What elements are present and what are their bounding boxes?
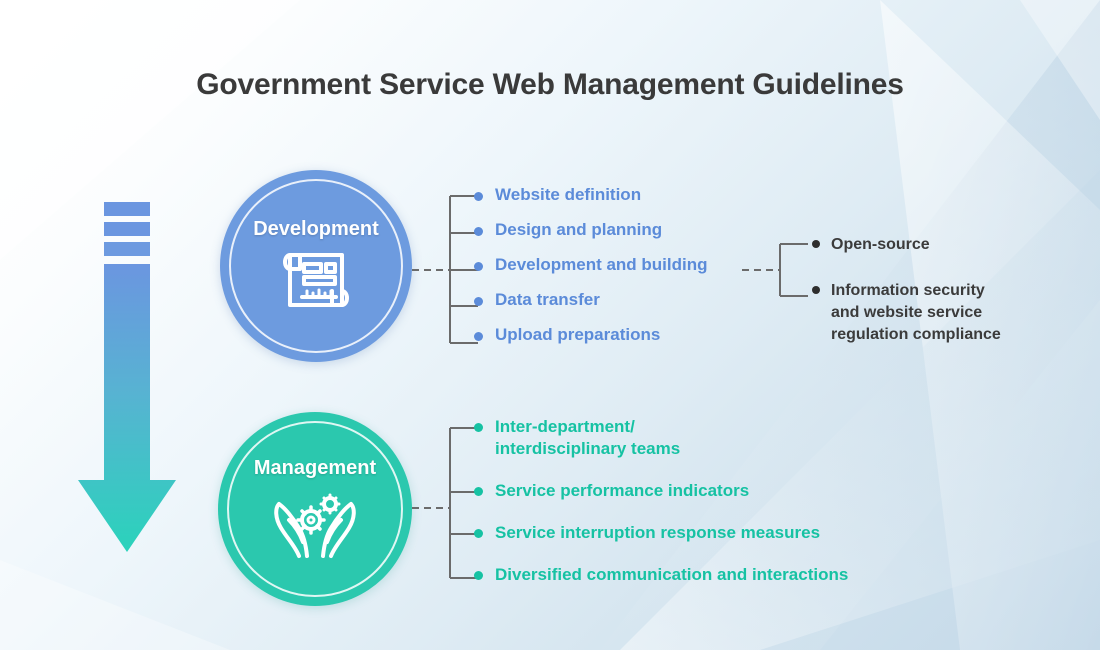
node-label-development: Development bbox=[253, 217, 379, 240]
page-title: Government Service Web Management Guidel… bbox=[196, 68, 904, 101]
list-subbranch: Open-source Information security and web… bbox=[812, 234, 1001, 346]
down-arrow-icon bbox=[78, 202, 176, 552]
list-item[interactable]: Development and building bbox=[474, 255, 708, 290]
bullet-dot-icon bbox=[474, 571, 483, 580]
list-item[interactable]: Service interruption response measures bbox=[474, 522, 848, 564]
node-circle-development[interactable]: Development bbox=[220, 170, 412, 362]
infographic-canvas: Government Service Web Management Guidel… bbox=[0, 0, 1100, 650]
list-item[interactable]: Data transfer bbox=[474, 290, 708, 325]
list-item-label: Development and building bbox=[495, 255, 708, 274]
connector-management bbox=[412, 427, 478, 579]
bullet-dot-icon bbox=[474, 332, 483, 341]
bullet-dot-icon bbox=[812, 240, 820, 248]
list-item[interactable]: Design and planning bbox=[474, 220, 708, 255]
list-item[interactable]: Service performance indicators bbox=[474, 480, 848, 522]
list-item[interactable]: Open-source bbox=[812, 234, 1001, 280]
list-item[interactable]: Website definition bbox=[474, 185, 708, 220]
list-item-label: Information security and website service… bbox=[831, 282, 1001, 343]
bullet-dot-icon bbox=[474, 529, 483, 538]
list-item[interactable]: Inter-department/ interdisciplinary team… bbox=[474, 416, 848, 480]
list-item[interactable]: Diversified communication and interactio… bbox=[474, 564, 848, 586]
blueprint-icon bbox=[276, 245, 356, 315]
hands-gears-icon bbox=[267, 484, 363, 562]
bullet-dot-icon bbox=[474, 192, 483, 201]
bullet-dot-icon bbox=[812, 286, 820, 294]
list-item-label: Service performance indicators bbox=[495, 481, 750, 500]
bullet-dot-icon bbox=[474, 297, 483, 306]
connector-subbranch bbox=[742, 243, 808, 297]
list-management: Inter-department/ interdisciplinary team… bbox=[474, 416, 848, 586]
bullet-dot-icon bbox=[474, 262, 483, 271]
node-circle-management[interactable]: Management bbox=[218, 412, 412, 606]
list-item[interactable]: Upload preparations bbox=[474, 325, 708, 360]
list-item-label: Diversified communication and interactio… bbox=[495, 565, 849, 584]
list-item-label: Service interruption response measures bbox=[495, 523, 821, 542]
bullet-dot-icon bbox=[474, 423, 483, 432]
connector-development bbox=[412, 195, 478, 344]
list-item-label: Website definition bbox=[495, 185, 642, 204]
list-item-label: Data transfer bbox=[495, 290, 600, 309]
list-development: Website definition Design and planning D… bbox=[474, 185, 708, 360]
bullet-dot-icon bbox=[474, 227, 483, 236]
list-item-label: Open-source bbox=[831, 236, 930, 253]
bullet-dot-icon bbox=[474, 487, 483, 496]
node-label-management: Management bbox=[253, 456, 377, 479]
list-item-label: Design and planning bbox=[495, 220, 663, 239]
list-item[interactable]: Information security and website service… bbox=[812, 280, 1001, 346]
list-item-label: Upload preparations bbox=[495, 325, 661, 344]
list-item-label: Inter-department/ interdisciplinary team… bbox=[495, 417, 681, 458]
